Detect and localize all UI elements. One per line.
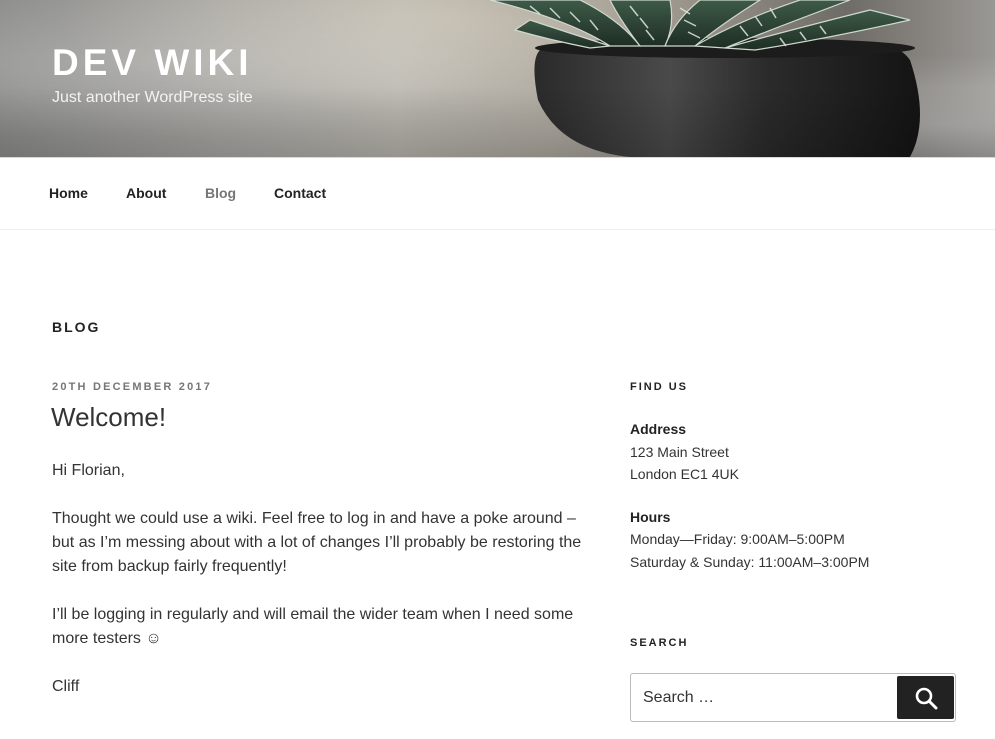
search-form: [630, 673, 956, 722]
nav-item-home[interactable]: Home: [49, 185, 88, 201]
hours-label: Hours: [630, 508, 671, 525]
post-title[interactable]: Welcome!: [51, 402, 166, 433]
header-image: DEV WIKI Just another WordPress site: [0, 0, 995, 157]
find-us-widget: Address 123 Main Street London EC1 4UK H…: [630, 418, 950, 593]
search-input[interactable]: [632, 675, 896, 720]
nav-item-contact[interactable]: Contact: [274, 185, 326, 201]
widget-title-search: SEARCH: [630, 637, 689, 649]
site-title[interactable]: DEV WIKI: [52, 42, 253, 84]
search-icon: [915, 687, 937, 709]
address-line: London EC1 4UK: [630, 466, 739, 482]
address-block: Address 123 Main Street London EC1 4UK: [630, 418, 950, 486]
address-line: 123 Main Street: [630, 443, 729, 460]
post-content: Hi Florian, Thought we could use a wiki.…: [52, 459, 582, 723]
hours-block: Hours Monday—Friday: 9:00AM–5:00PM Satur…: [630, 506, 950, 574]
post-paragraph: Hi Florian,: [52, 462, 125, 479]
address-label: Address: [630, 421, 687, 437]
site-description: Just another WordPress site: [52, 89, 253, 106]
hours-line: Saturday & Sunday: 11:00AM–3:00PM: [630, 553, 870, 570]
widget-title-find-us: FIND US: [630, 381, 688, 393]
nav-item-about[interactable]: About: [126, 185, 166, 201]
post-paragraph: Thought we could use a wiki. Feel free t…: [52, 510, 582, 575]
post-date[interactable]: 20TH DECEMBER 2017: [52, 381, 212, 393]
post-paragraph: Cliff: [52, 678, 80, 695]
post-paragraph: I’ll be logging in regularly and will em…: [52, 606, 574, 647]
nav-item-blog[interactable]: Blog: [205, 185, 236, 201]
main-navigation: Home About Blog Contact: [0, 157, 995, 230]
hours-line: Monday—Friday: 9:00AM–5:00PM: [630, 531, 845, 547]
page-title: BLOG: [52, 319, 101, 335]
search-button[interactable]: [897, 676, 954, 719]
